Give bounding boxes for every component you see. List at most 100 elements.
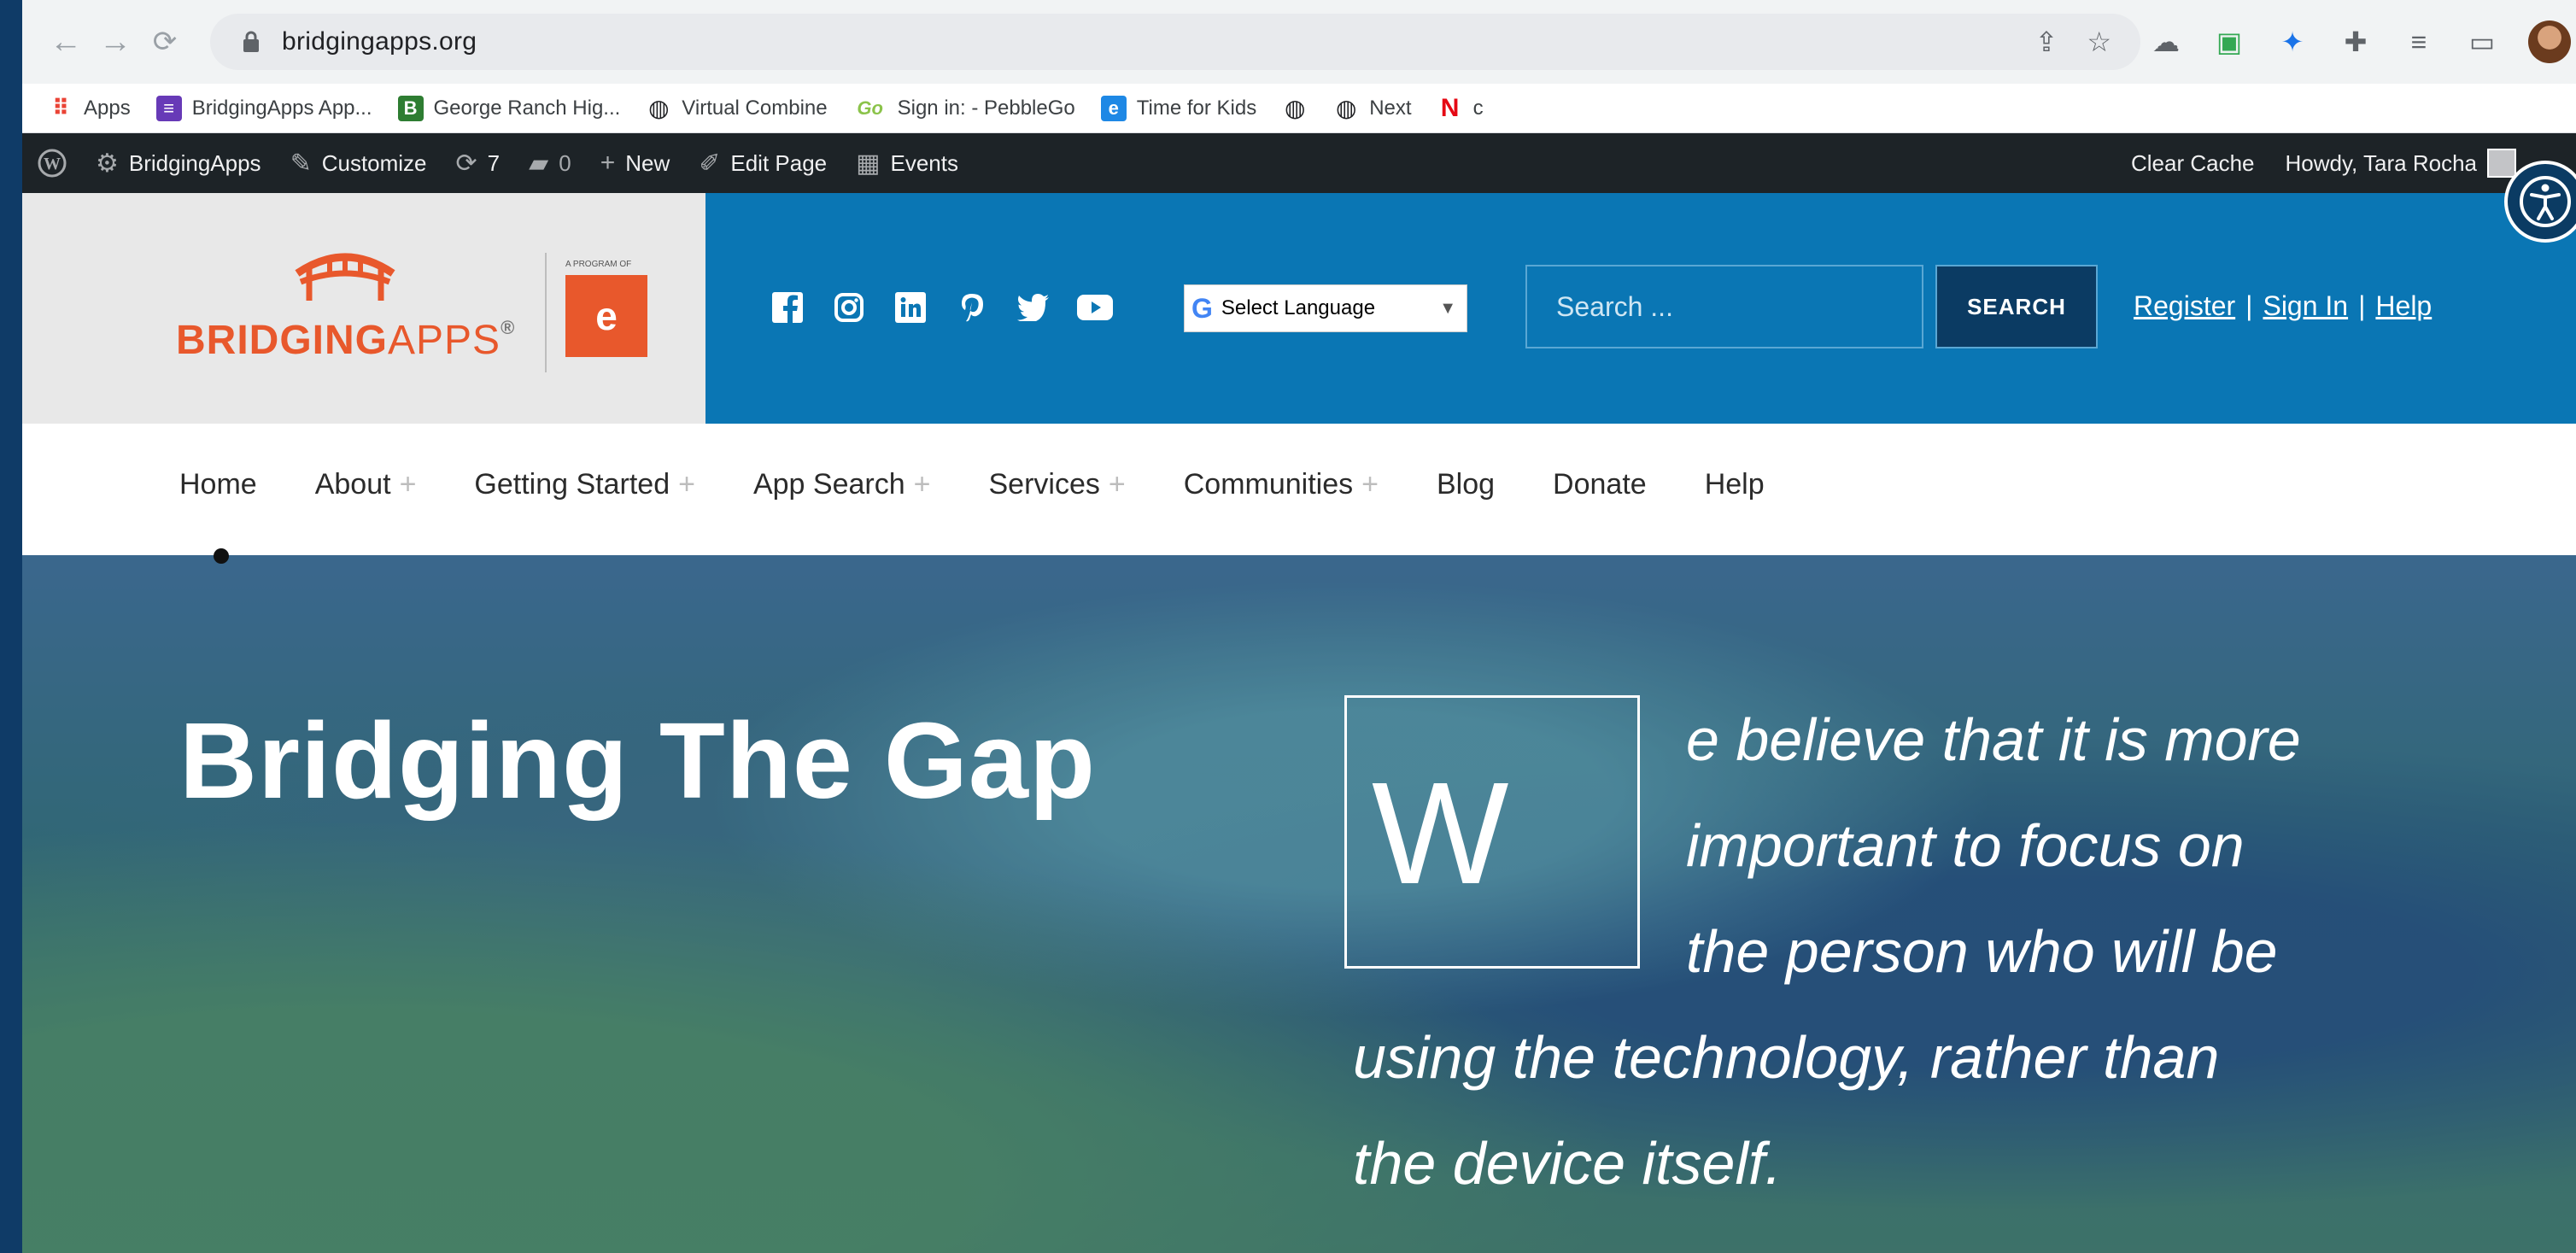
extensions-area: ☁ ▣ ✦ ✚ ≡ ▭ — [2149, 20, 2571, 63]
apps-grid-icon: ⠿ — [51, 95, 70, 120]
nav-label: Communities — [1183, 468, 1354, 501]
nav-item-blog[interactable]: Blog — [1437, 468, 1495, 501]
wp-admin-bar: W ⚙ BridgingApps ✎ Customize ⟳ 7 ▰ 0 + N… — [22, 133, 2576, 193]
auth-separator: | — [2358, 290, 2366, 321]
nav-label: Services — [988, 468, 1100, 501]
wp-comments[interactable]: ▰ 0 — [529, 149, 571, 179]
bookmark-pebblego[interactable]: Go Sign in: - PebbleGo — [853, 96, 1074, 121]
main-navigation: Home About + Getting Started + App Search +… — [22, 424, 2576, 564]
globe-icon: ◍ — [1336, 95, 1357, 121]
search-button[interactable]: SEARCH — [1935, 265, 2098, 348]
side-panel-icon[interactable]: ▭ — [2465, 25, 2499, 59]
bookmarks-bar: ⠿ Apps ≡ BridgingApps App... B George Ra… — [22, 84, 2576, 133]
nav-item-about[interactable]: About + — [315, 468, 417, 501]
puzzle-extensions-icon[interactable]: ✚ — [2339, 25, 2373, 59]
nav-item-donate[interactable]: Donate — [1553, 468, 1647, 501]
address-bar[interactable]: bridgingapps.org ⇪ ☆ — [210, 14, 2140, 70]
profile-avatar[interactable] — [2528, 20, 2571, 63]
help-link[interactable]: Help — [2375, 290, 2432, 322]
share-icon[interactable]: ⇪ — [2035, 26, 2058, 58]
comment-icon: ▰ — [529, 149, 549, 178]
bookmark-star-icon[interactable]: ☆ — [2087, 26, 2111, 58]
reload-icon[interactable]: ⟳ — [140, 17, 190, 67]
sign-in-link[interactable]: Sign In — [2263, 290, 2348, 322]
hero-title: Bridging The Gap — [179, 700, 1096, 821]
browser-toolbar: ← → ⟳ bridgingapps.org ⇪ ☆ ☁ ▣ ✦ ✚ ≡ ▭ — [22, 0, 2576, 84]
logo-area[interactable]: BRIDGINGAPPS® A PROGRAM OF e — [22, 193, 705, 424]
wp-account[interactable]: Howdy, Tara Rocha — [2286, 149, 2516, 178]
linkedin-icon[interactable] — [892, 289, 929, 326]
wp-site-label: BridgingApps — [128, 149, 261, 176]
hero-quote-line: the person who will be — [1686, 918, 2278, 985]
auth-separator: | — [2245, 290, 2253, 321]
program-of-label: A PROGRAM OF — [565, 260, 632, 269]
bookmark-netflix[interactable]: N c — [1437, 94, 1484, 122]
bookmark-globe[interactable]: ◍ — [1282, 95, 1308, 121]
url-text: bridgingapps.org — [282, 27, 477, 56]
bridge-logo-icon — [295, 253, 395, 301]
wp-new[interactable]: + New — [600, 149, 670, 178]
pinterest-icon[interactable] — [953, 289, 991, 326]
youtube-icon[interactable] — [1076, 289, 1114, 326]
language-select[interactable]: G Select Language ▼ — [1184, 284, 1467, 332]
bookmark-george-ranch[interactable]: B George Ranch Hig... — [397, 95, 620, 121]
hero-quote-line: e believe that it is more — [1686, 706, 2301, 773]
wp-new-label: New — [625, 149, 670, 176]
cloud-extension-icon[interactable]: ☁ — [2149, 25, 2183, 59]
bookmark-label: BridgingApps App... — [191, 96, 372, 120]
bookmark-label: Next — [1369, 96, 1412, 120]
register-link[interactable]: Register — [2134, 290, 2235, 322]
bookmark-virtual-combine[interactable]: ◍ Virtual Combine — [646, 95, 828, 121]
nav-label: Blog — [1436, 468, 1496, 501]
logo-word-1: BRIDGING — [176, 318, 388, 363]
wp-avatar — [2487, 149, 2516, 178]
audio-extension-icon[interactable]: ✦ — [2275, 25, 2310, 59]
instagram-icon[interactable] — [830, 289, 868, 326]
nav-item-getting-started[interactable]: Getting Started + — [474, 468, 695, 501]
lock-icon[interactable] — [234, 25, 268, 59]
clear-cache-link[interactable]: Clear Cache — [2131, 150, 2255, 177]
nav-item-home[interactable]: Home — [179, 468, 257, 501]
nav-item-help[interactable]: Help — [1705, 468, 1765, 501]
hero-quote-line: important to focus on — [1686, 812, 2245, 879]
wp-customize[interactable]: ✎ Customize — [290, 149, 427, 179]
green-extension-icon[interactable]: ▣ — [2212, 25, 2246, 59]
bookmark-label: Apps — [84, 96, 131, 120]
doc-icon: ≡ — [155, 95, 182, 121]
site-header: BRIDGINGAPPS® A PROGRAM OF e G Select La… — [22, 193, 2576, 424]
bookmark-apps[interactable]: ⠿ Apps — [48, 95, 131, 121]
wp-updates-count: 7 — [487, 149, 501, 176]
easterseals-logo: e — [565, 275, 647, 357]
nav-label: Help — [1704, 468, 1765, 501]
nav-label: Home — [179, 468, 257, 501]
wp-customize-label: Customize — [321, 149, 427, 176]
bookmark-bridgingapps[interactable]: ≡ BridgingApps App... — [155, 95, 372, 121]
bridgingapps-logo-text: BRIDGINGAPPS® — [176, 317, 515, 364]
nav-item-communities[interactable]: Communities + — [1184, 468, 1379, 501]
wp-edit-label: Edit Page — [730, 149, 828, 176]
bookmark-label: c — [1472, 96, 1484, 120]
wp-updates[interactable]: ⟳ 7 — [456, 149, 501, 179]
wp-events[interactable]: ▦ Events — [856, 149, 958, 179]
bookmark-next[interactable]: ◍ Next — [1333, 95, 1412, 121]
hero-quote-line: the device itself. — [1353, 1130, 1782, 1197]
globe-icon: ◍ — [1285, 95, 1306, 121]
e-icon: e — [1100, 95, 1127, 121]
wp-comments-count: 0 — [559, 149, 571, 176]
wp-site-name[interactable]: ⚙ BridgingApps — [96, 149, 261, 179]
site-search-input[interactable] — [1525, 265, 1923, 348]
reading-list-icon[interactable]: ≡ — [2402, 25, 2436, 59]
bookmark-time-for-kids[interactable]: e Time for Kids — [1100, 95, 1256, 121]
expand-plus-icon: + — [913, 468, 931, 501]
nav-item-app-search[interactable]: App Search + — [753, 468, 931, 501]
forward-icon[interactable]: → — [91, 17, 140, 67]
twitter-icon[interactable] — [1015, 289, 1052, 326]
globe-icon: ◍ — [648, 95, 670, 121]
back-icon[interactable]: ← — [41, 17, 91, 67]
wordpress-logo-icon[interactable]: W — [38, 149, 67, 178]
nav-item-services[interactable]: Services + — [989, 468, 1126, 501]
dropdown-arrow-icon: ▼ — [1439, 298, 1456, 318]
brush-icon: ✎ — [290, 149, 312, 178]
facebook-icon[interactable] — [769, 289, 806, 326]
wp-edit-page[interactable]: ✐ Edit Page — [699, 149, 827, 179]
